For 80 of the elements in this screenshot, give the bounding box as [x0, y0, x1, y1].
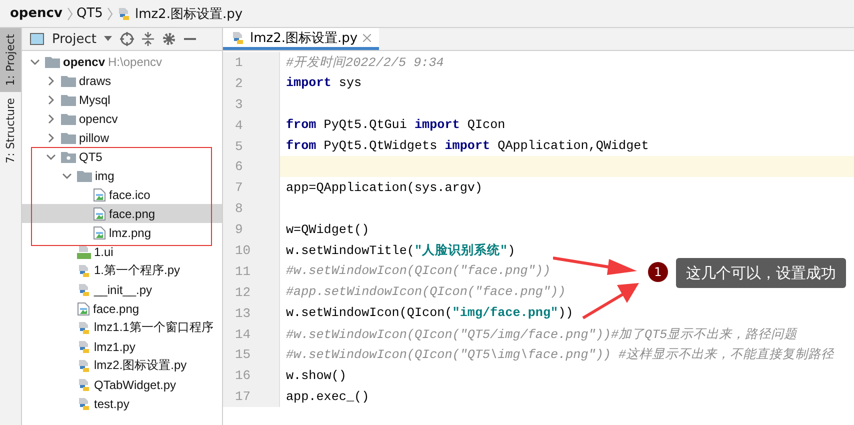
path-hint: H:\opencv: [108, 54, 162, 68]
line-number: 4: [223, 114, 280, 136]
breadcrumb-item[interactable]: QT5: [76, 6, 103, 21]
line-number: 5: [223, 136, 280, 156]
code-text: #w.setWindowIcon(QIcon("face.png")): [285, 264, 551, 278]
tree-item[interactable]: Mysql: [22, 90, 222, 109]
tree-item-label: QTabWidget.py: [94, 378, 176, 392]
line-number: 9: [223, 219, 280, 240]
code-text: #app.setWindowIcon(QIcon("face.png")): [285, 285, 566, 300]
tree-item-label: pillow: [79, 130, 110, 144]
tree-item[interactable]: lmz1.1第一个窗口程序: [22, 318, 222, 337]
tool-window-tab[interactable]: 7: Structure: [0, 92, 21, 170]
line-number: 10: [223, 240, 280, 261]
breadcrumb-item[interactable]: lmz2.图标设置.py: [134, 4, 243, 22]
editor-tab[interactable]: lmz2.图标设置.py: [223, 28, 379, 50]
tree-item-label: 1.ui: [94, 244, 114, 258]
tree-item-label: lmz1.py: [94, 340, 136, 354]
line-number: 12: [223, 282, 280, 303]
tree-item-label: __init__.py: [94, 282, 152, 296]
tree-item-label: lmz.png: [109, 226, 152, 240]
tree-item[interactable]: QTabWidget.py: [22, 375, 222, 394]
tree-item-label: test.py: [94, 396, 130, 410]
line-number: 13: [223, 302, 280, 324]
tree-item[interactable]: 1.ui: [22, 242, 222, 261]
code-text: app.exec_(): [285, 390, 370, 404]
tree-item[interactable]: lmz1.py: [22, 337, 222, 356]
code-text: import sys: [285, 76, 362, 90]
line-number: 8: [223, 198, 280, 220]
line-number: 17: [223, 386, 280, 408]
code-text: w.setWindowTitle("人脸识别系统"): [285, 242, 516, 259]
tree-item[interactable]: QT5: [22, 147, 222, 166]
tree-item[interactable]: face.png: [22, 204, 222, 223]
tree-item[interactable]: face.png: [22, 299, 222, 318]
callout-number: 1: [648, 262, 668, 282]
tool-window-tab[interactable]: 1: Project: [0, 28, 21, 92]
tree-item-label: opencv: [63, 54, 106, 68]
tree-item-label: lmz1.1第一个窗口程序: [94, 319, 214, 336]
breadcrumb-item[interactable]: opencv: [10, 6, 62, 21]
tree-item[interactable]: draws: [22, 71, 222, 90]
code-text: from PyQt5.QtGui import QIcon: [285, 118, 506, 132]
tab-label: lmz2.图标设置.py: [250, 30, 358, 46]
tree-item[interactable]: test.py: [22, 394, 222, 413]
tree-item-label: img: [95, 168, 114, 182]
code-text: w.show(): [285, 368, 346, 383]
tree-item-label: draws: [79, 74, 112, 88]
code-text: w.setWindowIcon(QIcon("img/face.png")): [285, 306, 574, 320]
line-number: 1: [223, 52, 280, 73]
line-number: 3: [223, 94, 280, 115]
code-text: from PyQt5.QtWidgets import QApplication,QWidget: [285, 139, 649, 153]
code-text: #w.setWindowIcon(QIcon("QT5\img\face.png")) #这样显示不出来，不能直接复制路径: [285, 346, 834, 364]
tree-item-label: lmz2.图标设置.py: [94, 357, 187, 374]
tree-item[interactable]: __init__.py: [22, 280, 222, 299]
tree-item[interactable]: face.ico: [22, 185, 222, 204]
tree-item[interactable]: 1.第一个程序.py: [22, 261, 222, 280]
tree-item[interactable]: pillow: [22, 128, 222, 147]
line-number: 14: [223, 324, 280, 344]
tree-item-label: face.png: [93, 302, 140, 316]
tree-item-label: Mysql: [79, 92, 110, 106]
tree-item[interactable]: opencv: [22, 109, 222, 128]
tree-item-label: face.png: [109, 206, 156, 220]
line-number: 2: [223, 72, 280, 94]
line-number: 15: [223, 344, 280, 366]
line-number: 7: [223, 177, 280, 198]
code-text: app=QApplication(sys.argv): [285, 180, 482, 195]
tree-item-label: face.ico: [109, 188, 150, 202]
tree-item-label: 1.第一个程序.py: [94, 262, 180, 279]
code-text: #w.setWindowIcon(QIcon("QT5/img/face.png"))#加了QT5显示不出来，路径问题: [285, 326, 798, 343]
code-text: w=QWidget(): [285, 222, 370, 237]
tree-item[interactable]: opencv H:\opencv: [22, 52, 222, 71]
line-number: 16: [223, 365, 280, 386]
line-number: 6: [223, 156, 280, 178]
code-text: #开发时间2022/2/5 9:34: [285, 54, 444, 71]
callout-text: 这几个可以，设置成功: [676, 258, 846, 288]
panel-title[interactable]: Project: [52, 32, 96, 46]
tree-item[interactable]: lmz.png: [22, 223, 222, 242]
line-number: 11: [223, 260, 280, 282]
tree-item-label: opencv: [79, 112, 118, 126]
tree-item[interactable]: lmz2.图标设置.py: [22, 356, 222, 375]
tree-item-label: QT5: [79, 150, 102, 164]
tree-item[interactable]: img: [22, 166, 222, 185]
